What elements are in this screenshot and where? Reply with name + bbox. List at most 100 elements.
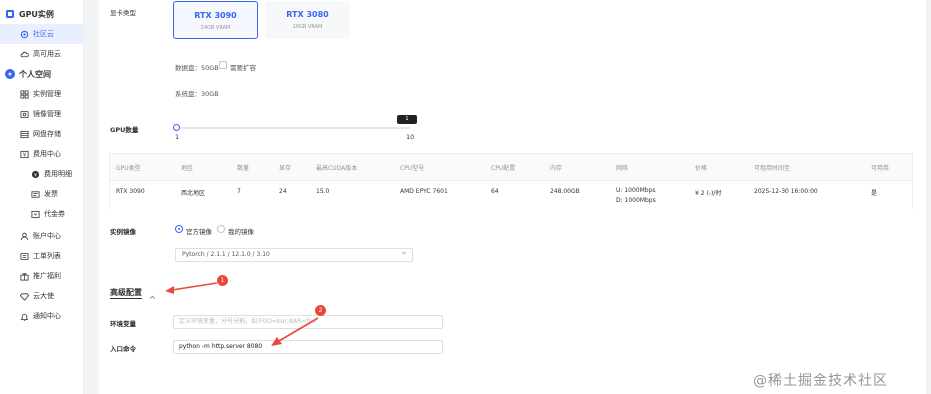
image-mine-label: 我的镜像 — [228, 228, 254, 236]
expand-disk-label: 需要扩容 — [230, 64, 256, 72]
gpu-option-vram: 16GB VRAM — [292, 24, 323, 30]
diamond-icon — [19, 291, 29, 301]
sidebar-item-label: 账户中心 — [33, 232, 61, 240]
sidebar-item-billing-detail[interactable]: ¥ 费用明细 — [0, 164, 84, 184]
bell-icon — [19, 311, 29, 321]
sidebar-item-label: 高可用云 — [33, 50, 61, 58]
sidebar-item-community-cloud[interactable]: 社区云 — [0, 24, 84, 44]
table-header-cell: GPU类型 — [116, 165, 141, 172]
sidebar-item-label: 云大使 — [33, 292, 54, 300]
ticket-icon — [19, 251, 29, 261]
sidebar-item-label: 费用中心 — [33, 150, 61, 158]
table-cell: 15.0 — [316, 188, 330, 195]
table-header-cell: 数量 — [237, 165, 250, 172]
grid-icon — [19, 89, 29, 99]
gpu-count-slider-handle[interactable] — [173, 124, 180, 131]
image-official-radio[interactable] — [175, 225, 183, 233]
entry-command-label: 入口命令 — [110, 345, 136, 353]
table-cell: U: 1000Mbps — [616, 187, 656, 194]
gift-icon — [19, 271, 29, 281]
gpu-option-rtx3080[interactable]: RTX 3080 16GB VRAM — [265, 1, 350, 39]
table-cell: RTX 3090 — [116, 188, 145, 195]
sidebar-section-gpu[interactable]: GPU实例 — [0, 4, 84, 24]
sidebar-item-label: 通知中心 — [33, 312, 61, 320]
chevron-up-icon[interactable] — [149, 286, 156, 305]
sidebar-item-tickets[interactable]: 工单列表 — [0, 246, 84, 266]
sidebar: GPU实例 社区云 高可用云 ★ 个人空间 实例管理 镜像管理 网盘存储 ¥ 费… — [0, 0, 84, 394]
table-cell: 64 — [491, 188, 499, 195]
table-header-cell: 价格 — [695, 165, 708, 172]
sidebar-item-label: 网盘存储 — [33, 130, 61, 138]
sidebar-item-high-availability[interactable]: 高可用云 — [0, 44, 84, 64]
advanced-title-underline — [110, 298, 142, 299]
sidebar-section-personal[interactable]: ★ 个人空间 — [0, 64, 84, 84]
chevron-down-icon — [401, 249, 407, 261]
expand-disk-checkbox[interactable] — [219, 61, 227, 69]
table-header-cell: 显存 — [279, 165, 292, 172]
storage-icon — [19, 129, 29, 139]
gear-icon — [19, 29, 29, 39]
gpu-availability-table: GPU类型 地区 数量 显存 最高CUDA版本 CPU型号 CPU配置 内存 网络 价格 可租用时间… — [109, 153, 913, 209]
sidebar-item-promo[interactable]: 推广福利 — [0, 266, 84, 286]
table-header-cell: CPU型号 — [400, 165, 425, 172]
data-disk-text: 数据盘：50GB — [175, 64, 219, 72]
table-cell: AMD EPYC 7601 — [400, 188, 448, 195]
table-cell: 2025-12-30 16:00:00 — [754, 188, 818, 195]
table-row[interactable]: RTX 3090 西北地区 7 24 15.0 AMD EPYC 7601 64 248.00… — [110, 180, 912, 209]
sidebar-item-label: 实例管理 — [33, 90, 61, 98]
gpu-option-name: RTX 3090 — [194, 11, 237, 20]
table-cell: 西北地区 — [181, 190, 206, 197]
image-official-label: 官方镜像 — [186, 228, 212, 236]
sidebar-gpu-label: GPU实例 — [19, 9, 54, 19]
invoice-icon — [30, 189, 40, 199]
table-cell: 是 — [871, 190, 878, 197]
annotation-badge-1: 1 — [217, 275, 228, 286]
gpu-count-tooltip: 1 — [397, 115, 417, 124]
voucher-icon — [30, 209, 40, 219]
table-header-cell: 内存 — [550, 165, 563, 172]
create-instance-form: 显卡类型 RTX 3090 24GB VRAM RTX 3080 16GB VR… — [99, 0, 926, 394]
sidebar-item-voucher[interactable]: 代金券 — [0, 204, 84, 224]
sidebar-item-notifications[interactable]: 通知中心 — [0, 306, 84, 326]
table-header-cell: 最高CUDA版本 — [316, 165, 358, 172]
table-header-cell: 可租用时间至 — [754, 165, 791, 172]
table-header-cell: 地区 — [181, 165, 194, 172]
table-cell: 248.00GB — [550, 188, 580, 195]
image-label: 实例镜像 — [110, 228, 136, 236]
advanced-config-title[interactable]: 高级配置 — [110, 287, 142, 298]
sidebar-item-label: 发票 — [44, 190, 58, 198]
sidebar-item-label: 镜像管理 — [33, 110, 61, 118]
sidebar-item-instances[interactable]: 实例管理 — [0, 84, 84, 104]
slider-max-label: 10 — [406, 133, 415, 141]
table-header-cell: CPU配置 — [491, 165, 516, 172]
gpu-count-slider-track[interactable] — [176, 127, 410, 129]
system-disk-text: 系统盘：30GB — [175, 90, 219, 98]
sidebar-item-ambassador[interactable]: 云大使 — [0, 286, 84, 306]
sidebar-item-account[interactable]: 账户中心 — [0, 226, 84, 246]
sidebar-item-label: 推广福利 — [33, 272, 61, 280]
gpu-option-rtx3090[interactable]: RTX 3090 24GB VRAM — [173, 1, 258, 39]
entry-command-input[interactable]: python -m http.server 8080 — [173, 340, 443, 354]
sidebar-item-images[interactable]: 镜像管理 — [0, 104, 84, 124]
svg-text:¥: ¥ — [22, 152, 25, 158]
image-version-value: Pytorch / 2.1.1 / 12.1.0 / 3.10 — [182, 251, 270, 258]
gpu-option-name: RTX 3080 — [286, 10, 329, 19]
sidebar-item-invoice[interactable]: 发票 — [0, 184, 84, 204]
env-vars-label: 环境变量 — [110, 320, 136, 328]
gpu-instance-icon — [5, 9, 15, 19]
star-icon: ★ — [5, 69, 15, 79]
sidebar-item-label: 费用明细 — [44, 170, 72, 178]
sidebar-item-label: 社区云 — [33, 30, 54, 38]
table-header-cell: 网络 — [616, 165, 629, 172]
sidebar-item-storage[interactable]: 网盘存储 — [0, 124, 84, 144]
sidebar-item-billing[interactable]: ¥ 费用中心 — [0, 144, 84, 164]
table-header: GPU类型 地区 数量 显存 最高CUDA版本 CPU型号 CPU配置 内存 网络 价格 可租用时间… — [110, 154, 912, 180]
table-header-cell: 可用券 — [871, 165, 890, 172]
image-icon — [19, 109, 29, 119]
image-mine-radio[interactable] — [217, 225, 225, 233]
env-vars-input[interactable]: 定义环境变量，分号分割，如:FOO=bar;BAR=foo — [173, 315, 443, 329]
image-version-select[interactable]: Pytorch / 2.1.1 / 12.1.0 / 3.10 — [175, 248, 413, 262]
sidebar-item-label: 工单列表 — [33, 252, 61, 260]
gpu-option-vram: 24GB VRAM — [200, 25, 231, 31]
sidebar-item-label: 代金券 — [44, 210, 65, 218]
